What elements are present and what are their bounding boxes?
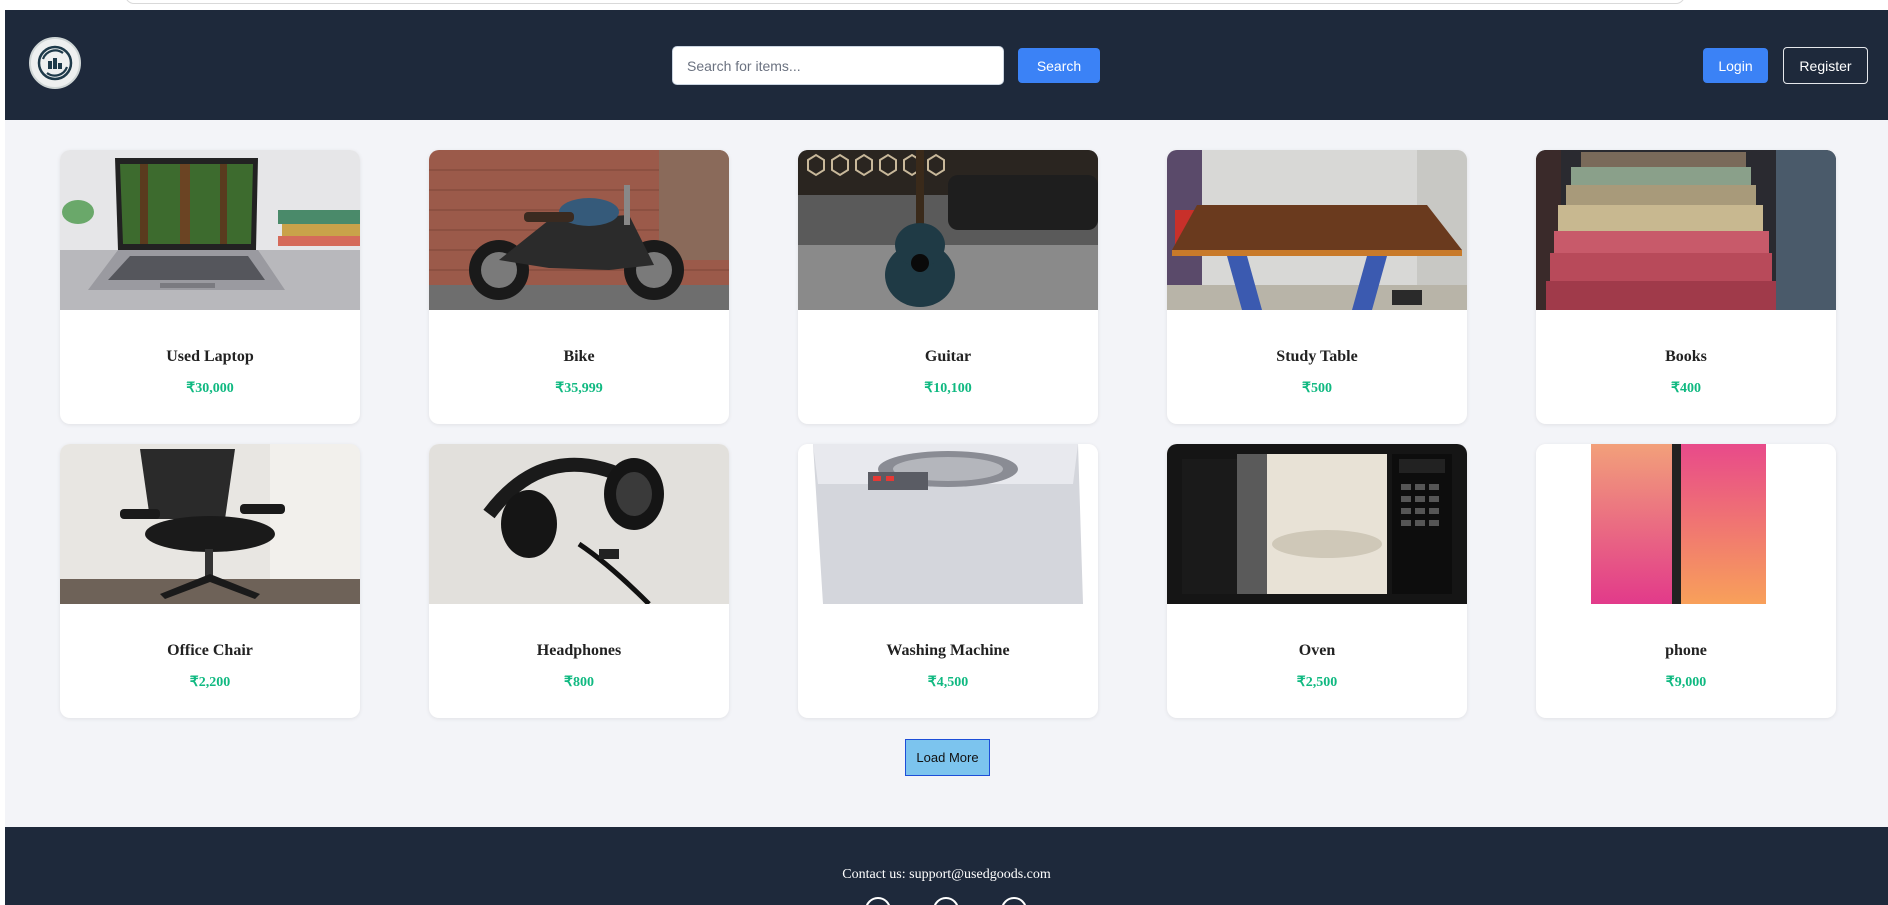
guitar-icon	[798, 150, 1098, 310]
product-card[interactable]: phone ₹9,000	[1536, 444, 1836, 718]
product-name: Books	[1665, 348, 1707, 365]
laptop-icon	[60, 150, 360, 310]
product-price: ₹2,500	[1296, 675, 1338, 690]
product-name: Office Chair	[167, 642, 253, 659]
product-name: Used Laptop	[166, 348, 254, 365]
contact-text: Contact us: support@usedgoods.com	[842, 867, 1051, 882]
table-icon	[1167, 150, 1467, 310]
social-icon[interactable]	[933, 897, 959, 905]
product-name: Oven	[1298, 642, 1336, 659]
product-card[interactable]: Used Laptop ₹30,000	[60, 150, 360, 424]
load-more-button[interactable]: Load More	[905, 739, 990, 776]
washing-machine-icon	[798, 444, 1098, 604]
site-footer: Contact us: support@usedgoods.com	[5, 827, 1888, 905]
phone-icon	[1536, 444, 1836, 604]
product-price: ₹30,000	[186, 381, 234, 396]
product-price: ₹800	[564, 675, 594, 690]
product-name: Bike	[563, 348, 595, 365]
product-image	[1536, 150, 1836, 310]
product-price: ₹9,000	[1665, 675, 1707, 690]
product-card[interactable]: Guitar ₹10,100	[798, 150, 1098, 424]
product-price: ₹35,999	[555, 381, 603, 396]
recycle-logo-icon	[37, 45, 73, 81]
motorcycle-icon	[429, 150, 729, 310]
product-name: Washing Machine	[886, 642, 1010, 659]
product-image	[429, 150, 729, 310]
site-logo[interactable]	[29, 37, 81, 89]
social-icon[interactable]	[1001, 897, 1027, 905]
product-name: Guitar	[924, 348, 972, 365]
product-card[interactable]: Office Chair ₹2,200	[60, 444, 360, 718]
product-image	[429, 444, 729, 604]
product-image	[60, 444, 360, 604]
product-card[interactable]: Bike ₹35,999	[429, 150, 729, 424]
product-name: Headphones	[536, 642, 622, 659]
product-price: ₹2,200	[189, 675, 231, 690]
product-price: ₹500	[1302, 381, 1332, 396]
product-image	[798, 444, 1098, 604]
microwave-icon	[1167, 444, 1467, 604]
product-price: ₹400	[1671, 381, 1701, 396]
product-card[interactable]: Books ₹400	[1536, 150, 1836, 424]
product-card[interactable]: Headphones ₹800	[429, 444, 729, 718]
product-name: phone	[1665, 642, 1707, 659]
social-icon[interactable]	[865, 897, 891, 905]
product-image	[1167, 444, 1467, 604]
product-card[interactable]: Study Table ₹500	[1167, 150, 1467, 424]
site-header: Search Login Register	[5, 10, 1888, 120]
product-price: ₹10,100	[924, 381, 972, 396]
search-input[interactable]	[672, 46, 1004, 85]
register-button[interactable]: Register	[1783, 47, 1868, 84]
product-name: Study Table	[1276, 348, 1358, 365]
product-image	[60, 150, 360, 310]
page: Search Login Register Used L	[5, 10, 1888, 905]
login-button[interactable]: Login	[1703, 48, 1768, 83]
product-image	[798, 150, 1098, 310]
chair-icon	[60, 444, 360, 604]
product-card[interactable]: Washing Machine ₹4,500	[798, 444, 1098, 718]
browser-chrome-strip	[0, 0, 1888, 10]
product-image	[1167, 150, 1467, 310]
search-button[interactable]: Search	[1018, 48, 1100, 83]
books-icon	[1536, 150, 1836, 310]
product-price: ₹4,500	[927, 675, 969, 690]
headphones-icon	[429, 444, 729, 604]
browser-address-pill	[125, 0, 1685, 4]
product-image	[1536, 444, 1836, 604]
product-card[interactable]: Oven ₹2,500	[1167, 444, 1467, 718]
